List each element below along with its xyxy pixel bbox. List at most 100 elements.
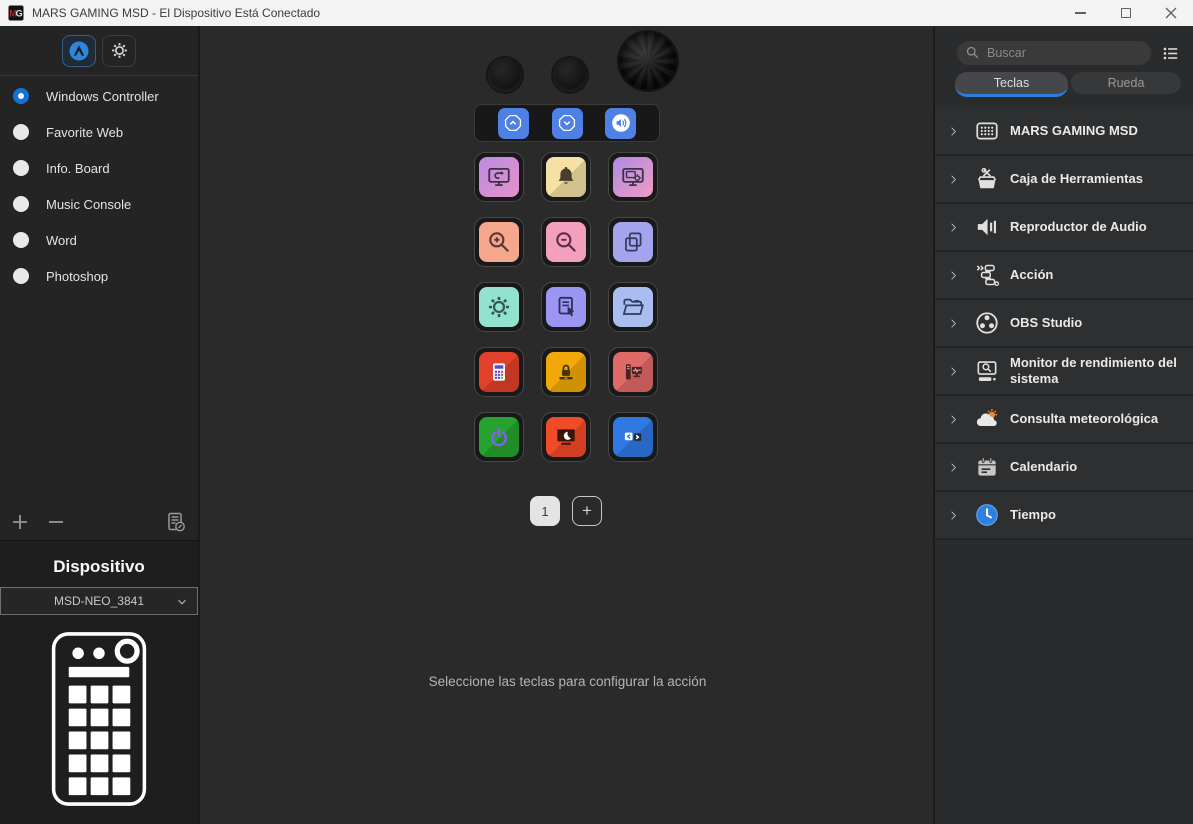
key-display-sleep[interactable] bbox=[541, 412, 591, 462]
knob-small-2[interactable] bbox=[553, 58, 587, 92]
performance-monitor-icon bbox=[974, 358, 1000, 384]
obs-icon bbox=[974, 310, 1000, 336]
knob-large[interactable] bbox=[619, 32, 677, 90]
key-open-folder[interactable] bbox=[608, 282, 658, 332]
knob-small-1[interactable] bbox=[488, 58, 522, 92]
toolbox-icon bbox=[974, 166, 1000, 192]
close-button[interactable] bbox=[1148, 0, 1193, 26]
device-heading: Dispositivo bbox=[0, 557, 198, 577]
profile-info-board[interactable]: Info. Board bbox=[0, 150, 198, 186]
chevron-right-icon bbox=[947, 269, 960, 282]
profile-photoshop[interactable]: Photoshop bbox=[0, 258, 198, 294]
key-power[interactable] bbox=[474, 412, 524, 462]
radio-icon bbox=[13, 232, 29, 248]
calendar-icon bbox=[974, 454, 1000, 480]
add-profile-icon bbox=[10, 512, 30, 532]
zoom-in-icon bbox=[486, 229, 512, 255]
key-settings-gear[interactable] bbox=[474, 282, 524, 332]
maximize-icon bbox=[1121, 8, 1131, 18]
app-logo-icon bbox=[67, 39, 91, 63]
duplicate-icon bbox=[620, 229, 646, 255]
category-reproductor-de-audio[interactable]: Reproductor de Audio bbox=[935, 204, 1193, 252]
profile-windows-controller[interactable]: Windows Controller bbox=[0, 78, 198, 114]
add-profile-button[interactable] bbox=[6, 508, 34, 536]
profile-favorite-web[interactable]: Favorite Web bbox=[0, 114, 198, 150]
category-monitor-rendimiento[interactable]: Monitor de rendimiento del sistema bbox=[935, 348, 1193, 396]
radio-icon bbox=[13, 196, 29, 212]
chevron-down-icon bbox=[175, 595, 189, 609]
list-view-icon bbox=[1161, 44, 1180, 63]
radio-icon bbox=[13, 124, 29, 140]
chevron-right-icon bbox=[947, 125, 960, 138]
remove-profile-button[interactable] bbox=[42, 508, 70, 536]
key-grid bbox=[474, 152, 658, 462]
device-layout-panel: 1 + Seleccione las teclas para configura… bbox=[202, 26, 933, 824]
profile-word[interactable]: Word bbox=[0, 222, 198, 258]
settings-gear-icon bbox=[110, 41, 129, 60]
app-home-button[interactable] bbox=[62, 35, 96, 67]
octagon-up-icon bbox=[501, 111, 525, 135]
category-obs-studio[interactable]: OBS Studio bbox=[935, 300, 1193, 348]
device-section: Dispositivo MSD-NEO_3841 bbox=[0, 540, 198, 824]
key-notification-bell[interactable] bbox=[541, 152, 591, 202]
maximize-button[interactable] bbox=[1103, 0, 1148, 26]
key-display-settings[interactable] bbox=[608, 152, 658, 202]
radio-selected-icon bbox=[13, 88, 29, 104]
calculator-icon bbox=[486, 359, 512, 385]
chevron-right-icon bbox=[947, 221, 960, 234]
settings-button[interactable] bbox=[102, 35, 136, 67]
device-illustration bbox=[51, 631, 147, 807]
category-consulta-meteorologica[interactable]: Consulta meteorológica bbox=[935, 396, 1193, 444]
search-input[interactable] bbox=[957, 41, 1151, 65]
page-1-button[interactable]: 1 bbox=[530, 496, 560, 526]
device-select[interactable]: MSD-NEO_3841 bbox=[0, 587, 198, 615]
device-model: MSD-NEO_3841 bbox=[54, 594, 144, 608]
knob-key-strip bbox=[474, 104, 660, 142]
tab-rueda[interactable]: Rueda bbox=[1071, 72, 1181, 94]
title-bar: M G MARS GAMING MSD - El Dispositivo Est… bbox=[0, 0, 1193, 26]
category-caja-de-herramientas[interactable]: Caja de Herramientas bbox=[935, 156, 1193, 204]
search-icon bbox=[965, 45, 980, 60]
weather-icon bbox=[974, 406, 1000, 432]
add-page-button[interactable]: + bbox=[572, 496, 602, 526]
knob-key-down[interactable] bbox=[552, 108, 583, 139]
key-hardware-monitor[interactable] bbox=[608, 347, 658, 397]
clock-icon bbox=[974, 502, 1000, 528]
category-accion[interactable]: Acción bbox=[935, 252, 1193, 300]
key-duplicate-window[interactable] bbox=[608, 217, 658, 267]
knob-key-up[interactable] bbox=[498, 108, 529, 139]
chevron-right-icon bbox=[947, 461, 960, 474]
minimize-icon bbox=[1075, 12, 1086, 14]
zoom-out-icon bbox=[553, 229, 579, 255]
tab-teclas[interactable]: Teclas bbox=[955, 72, 1068, 97]
prev-next-icon bbox=[620, 424, 646, 450]
power-icon bbox=[486, 424, 512, 450]
minimize-button[interactable] bbox=[1058, 0, 1103, 26]
radio-icon bbox=[13, 160, 29, 176]
document-cursor-icon bbox=[553, 294, 579, 320]
key-display-undo[interactable] bbox=[474, 152, 524, 202]
list-view-button[interactable] bbox=[1159, 42, 1181, 64]
device-manager-button[interactable] bbox=[162, 508, 190, 536]
key-calculator[interactable] bbox=[474, 347, 524, 397]
key-zoom-in[interactable] bbox=[474, 217, 524, 267]
chevron-right-icon bbox=[947, 365, 960, 378]
open-folder-icon bbox=[620, 294, 646, 320]
speaker-icon bbox=[609, 111, 633, 135]
category-calendario[interactable]: Calendario bbox=[935, 444, 1193, 492]
key-script-editor[interactable] bbox=[541, 282, 591, 332]
profile-music-console[interactable]: Music Console bbox=[0, 186, 198, 222]
radio-icon bbox=[13, 268, 29, 284]
chevron-right-icon bbox=[947, 413, 960, 426]
panel-tabs: Teclas Rueda bbox=[935, 72, 1193, 98]
gear-icon bbox=[486, 294, 512, 320]
chevron-right-icon bbox=[947, 509, 960, 522]
key-page-switch[interactable] bbox=[608, 412, 658, 462]
knob-key-volume[interactable] bbox=[605, 108, 636, 139]
key-zoom-out[interactable] bbox=[541, 217, 591, 267]
profile-list: Windows Controller Favorite Web Info. Bo… bbox=[0, 78, 198, 294]
category-tiempo[interactable]: Tiempo bbox=[935, 492, 1193, 540]
key-lock-laptop[interactable] bbox=[541, 347, 591, 397]
profile-actions bbox=[0, 504, 198, 540]
category-mars-gaming-msd[interactable]: MARS GAMING MSD bbox=[935, 108, 1193, 156]
